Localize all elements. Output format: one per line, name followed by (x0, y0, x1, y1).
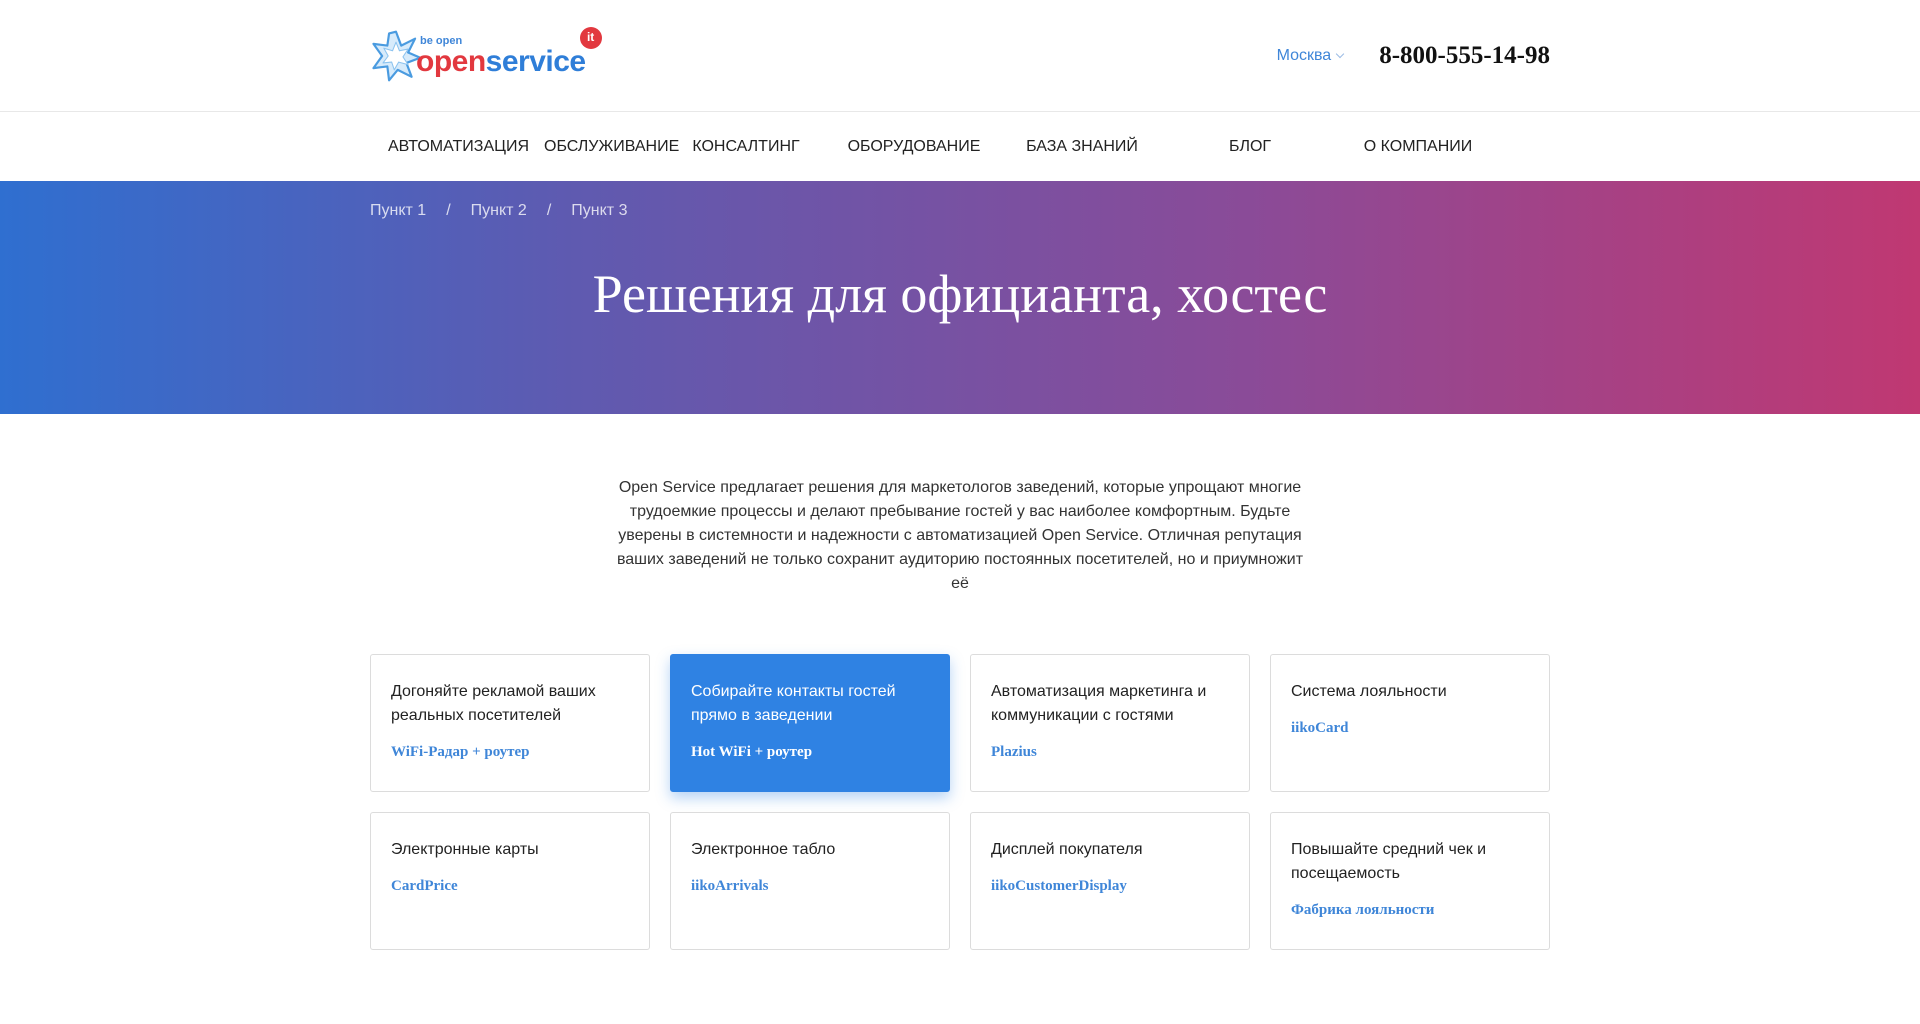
logo-it-badge: it (579, 27, 602, 49)
nav-item-automation[interactable]: АВТОМАТИЗАЦИЯ (370, 138, 538, 156)
card-description: Электронные карты (391, 841, 539, 858)
logo[interactable]: be open openservice it (370, 21, 602, 91)
card-description: Собирайте контакты гостей прямо в заведе… (691, 683, 896, 724)
card-description: Автоматизация маркетинга и коммуникации … (991, 683, 1207, 724)
logo-star-icon (372, 30, 422, 82)
phone-number[interactable]: 8-800-555-14-98 (1379, 42, 1550, 70)
nav-item-about[interactable]: О КОМПАНИИ (1334, 138, 1502, 156)
main-nav: АВТОМАТИЗАЦИЯ ОБСЛУЖИВАНИЕ КОНСАЛТИНГ ОБ… (0, 112, 1920, 181)
breadcrumb-item-2[interactable]: Пункт 2 (471, 202, 527, 220)
page-title: Решения для официанта, хостес (592, 264, 1328, 324)
solutions-grid: Догоняйте рекламой ваших реальных посети… (370, 654, 1550, 950)
logo-wordmark: openservice (416, 45, 586, 78)
breadcrumb-separator: / (546, 202, 552, 219)
solution-card[interactable]: Электронное табло iikoArrivals (670, 812, 950, 950)
logo-tagline: be open (420, 35, 463, 47)
card-description: Дисплей покупателя (991, 841, 1143, 858)
card-product-link[interactable]: Plazius (991, 744, 1229, 761)
nav-item-consulting[interactable]: КОНСАЛТИНГ (662, 138, 830, 156)
nav-item-knowledge-base[interactable]: БАЗА ЗНАНИЙ (998, 138, 1166, 156)
card-description: Система лояльности (1291, 683, 1447, 700)
card-product-link[interactable]: Hot WiFi + роутер (691, 744, 929, 761)
chevron-down-icon (1335, 49, 1345, 59)
intro-text: Open Service предлагает решения для марк… (616, 479, 1304, 592)
card-description: Догоняйте рекламой ваших реальных посети… (391, 683, 596, 724)
logo-text: be open openservice it (416, 27, 602, 78)
site-header: be open openservice it Москва 8-800-555-… (0, 0, 1920, 112)
card-product-link[interactable]: iikoCard (1291, 720, 1529, 737)
breadcrumb-item-3[interactable]: Пункт 3 (571, 202, 627, 220)
card-product-link[interactable]: WiFi-Радар + роутер (391, 744, 629, 761)
nav-item-equipment[interactable]: ОБОРУДОВАНИЕ (830, 138, 998, 156)
card-product-link[interactable]: Фабрика лояльности (1291, 902, 1529, 919)
breadcrumb-separator: / (446, 202, 451, 219)
card-product-link[interactable]: iikoCustomerDisplay (991, 878, 1229, 895)
city-label: Москва (1276, 47, 1332, 64)
solution-card[interactable]: Догоняйте рекламой ваших реальных посети… (370, 654, 650, 792)
city-selector[interactable]: Москва (1276, 47, 1345, 65)
nav-item-blog[interactable]: БЛОГ (1166, 138, 1334, 156)
solution-card[interactable]: Автоматизация маркетинга и коммуникации … (970, 654, 1250, 792)
card-description: Электронное табло (691, 841, 836, 858)
card-description: Повышайте средний чек и посещаемость (1291, 841, 1487, 882)
solution-card-active[interactable]: Собирайте контакты гостей прямо в заведе… (670, 654, 950, 792)
nav-item-service[interactable]: ОБСЛУЖИВАНИЕ (538, 138, 679, 156)
breadcrumb: Пункт 1 / Пункт 2 / Пункт 3 (370, 202, 627, 220)
header-contacts: Москва 8-800-555-14-98 (1277, 42, 1550, 70)
solution-card[interactable]: Система лояльности iikoCard (1270, 654, 1550, 792)
solution-card[interactable]: Дисплей покупателя iikoCustomerDisplay (970, 812, 1250, 950)
card-product-link[interactable]: CardPrice (391, 878, 629, 895)
solution-card[interactable]: Электронные карты CardPrice (370, 812, 650, 950)
hero-banner: Пункт 1 / Пункт 2 / Пункт 3 Решения для … (0, 181, 1920, 414)
solution-card[interactable]: Повышайте средний чек и посещаемость Фаб… (1270, 812, 1550, 950)
breadcrumb-item-1[interactable]: Пункт 1 (370, 202, 426, 220)
card-product-link[interactable]: iikoArrivals (691, 878, 929, 895)
